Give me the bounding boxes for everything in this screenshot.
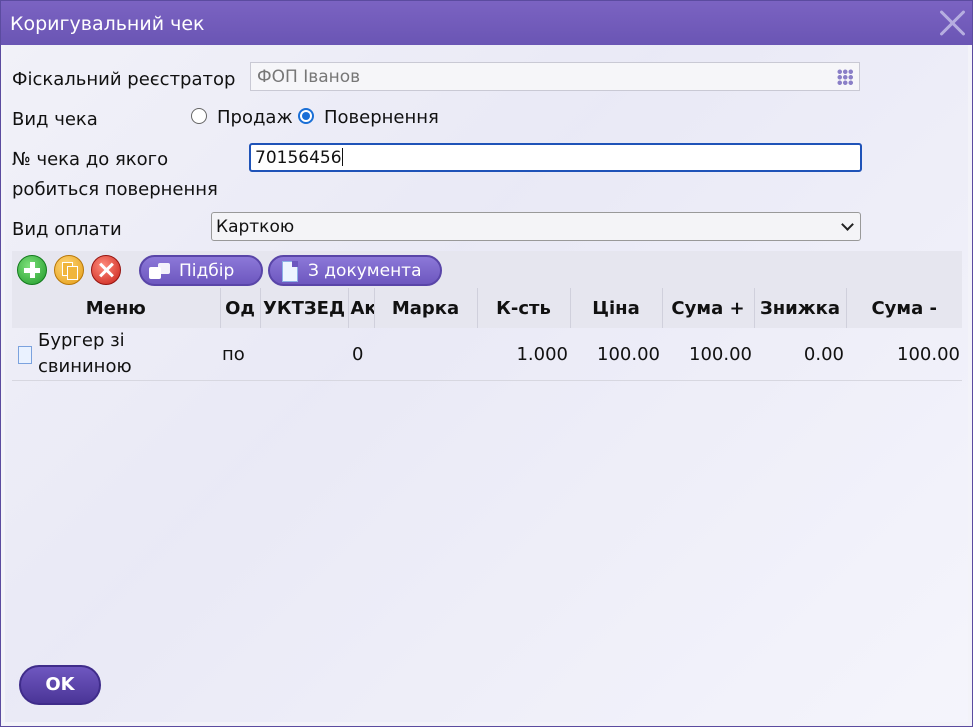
cell-uktzed[interactable] (260, 328, 348, 381)
col-header-price[interactable]: Ціна (570, 288, 663, 328)
radio-return-label[interactable]: Повернення (324, 107, 439, 128)
col-header-uktzed[interactable]: УКТЗЕД (260, 288, 349, 328)
dialog-title: Коригувальний чек (10, 13, 205, 35)
cell-unit[interactable]: по (220, 328, 260, 381)
table-row[interactable]: Бургер зі свининою по 0 1.000 100.00 100… (12, 328, 962, 381)
col-header-excise[interactable]: Ак (348, 288, 375, 328)
document-icon (282, 261, 298, 282)
payment-type-select[interactable]: Карткою (211, 212, 861, 241)
fiscal-registrar-label: Фіскальний реєстратор (12, 69, 236, 90)
row-document-icon (18, 345, 32, 364)
pick-button-label: Підбір (179, 261, 235, 281)
correction-receipt-dialog: Коригувальний чек Фіскальний реєстратор … (0, 0, 973, 727)
receipt-number-input[interactable]: 70156456 (249, 143, 862, 172)
copy-icon[interactable] (54, 255, 84, 285)
payment-type-value: Карткою (216, 217, 295, 237)
cell-name-text: Бургер зі свининою (38, 330, 132, 377)
close-icon[interactable] (938, 9, 966, 37)
cell-price[interactable]: 100.00 (570, 328, 662, 381)
from-document-button[interactable]: З документа (268, 255, 442, 286)
dialog-content: Фіскальний реєстратор ФОП Іванов Вид чек… (5, 45, 968, 722)
from-document-button-label: З документа (308, 261, 422, 281)
receipt-number-label-line1: № чека до якого (12, 149, 169, 170)
receipt-number-label-line2: робиться повернення (12, 179, 218, 200)
col-header-menu[interactable]: Меню (12, 288, 221, 328)
table-header: Меню Од УКТЗЕД Ак Марка К-сть Ціна Сума … (12, 288, 962, 328)
cell-brand[interactable] (374, 328, 477, 381)
col-header-qty[interactable]: К-сть (477, 288, 571, 328)
col-header-sum-minus[interactable]: Сума - (846, 288, 962, 328)
pick-button[interactable]: Підбір (139, 255, 263, 286)
cell-name[interactable]: Бургер зі свининою (36, 328, 220, 381)
cell-excise[interactable]: 0 (348, 328, 374, 381)
radio-return[interactable] (298, 108, 314, 124)
col-header-sum-plus[interactable]: Сума + (662, 288, 755, 328)
fiscal-registrar-field[interactable]: ФОП Іванов (250, 62, 860, 91)
receipt-type-label: Вид чека (12, 109, 98, 130)
col-header-unit[interactable]: Од (220, 288, 261, 328)
add-icon[interactable] (17, 255, 47, 285)
chevron-down-icon (841, 218, 854, 231)
cell-qty[interactable]: 1.000 (477, 328, 570, 381)
radio-sale[interactable] (191, 108, 207, 124)
puzzle-icon (149, 263, 170, 279)
delete-icon[interactable] (91, 255, 121, 285)
cell-sum-plus[interactable]: 100.00 (662, 328, 754, 381)
title-bar: Коригувальний чек (1, 1, 972, 45)
text-caret (341, 148, 343, 166)
grid-toolbar: Підбір З документа (12, 251, 962, 291)
cell-sum-minus[interactable]: 100.00 (846, 328, 962, 381)
col-header-discount[interactable]: Знижка (754, 288, 847, 328)
receipt-number-value: 70156456 (255, 148, 342, 168)
ok-button[interactable]: OK (19, 665, 101, 705)
payment-type-label: Вид оплати (12, 219, 122, 240)
fiscal-registrar-value: ФОП Іванов (257, 67, 361, 87)
cell-discount[interactable]: 0.00 (754, 328, 846, 381)
radio-sale-label[interactable]: Продаж (217, 107, 293, 128)
items-table: Меню Од УКТЗЕД Ак Марка К-сть Ціна Сума … (12, 288, 962, 381)
col-header-brand[interactable]: Марка (374, 288, 478, 328)
grid-picker-icon[interactable] (837, 69, 853, 85)
row-icon-cell (12, 328, 36, 381)
